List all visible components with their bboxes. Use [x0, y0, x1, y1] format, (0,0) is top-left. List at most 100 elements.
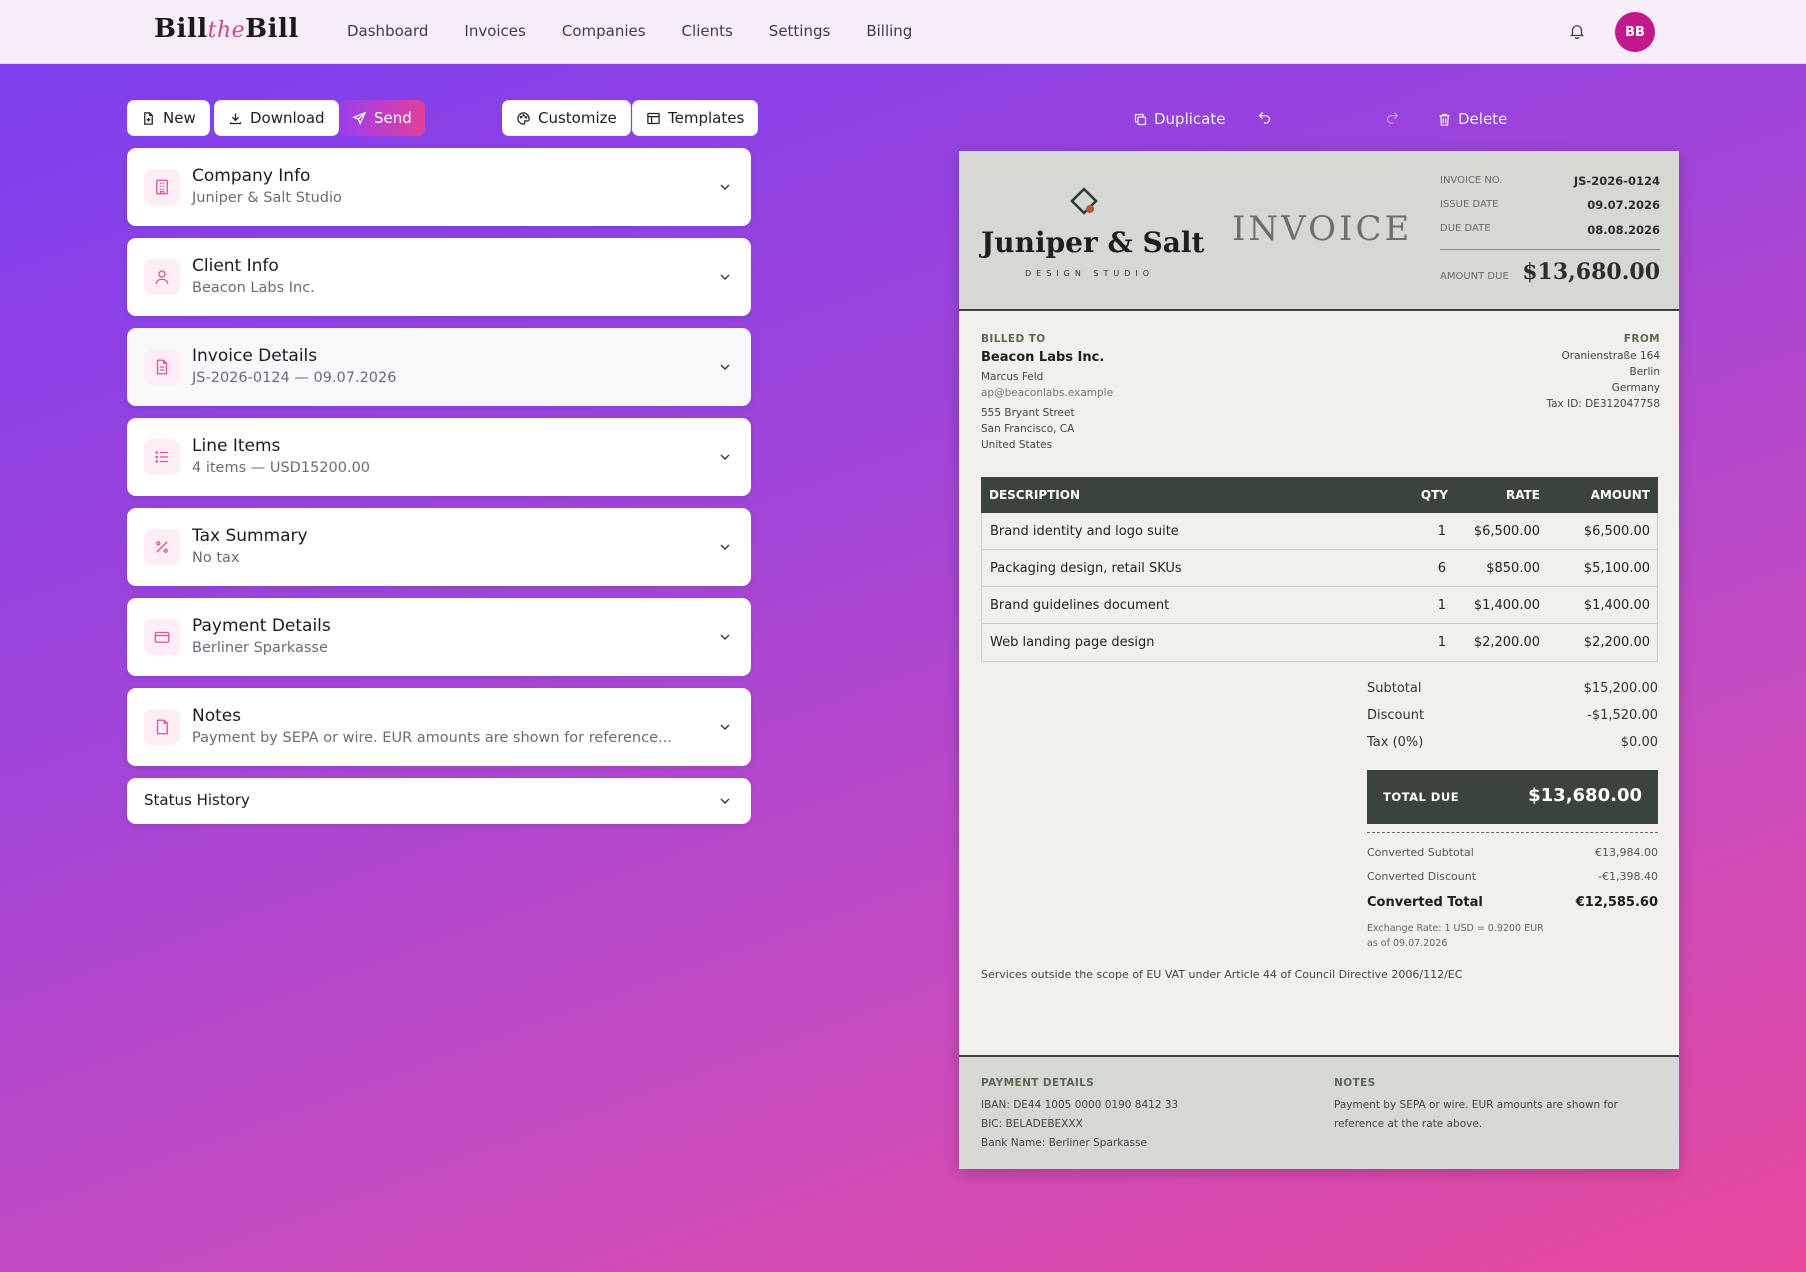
item-amount: $1,400.00: [1583, 598, 1650, 613]
table-row: Brand guidelines document 1 $1,400.00 $1…: [982, 587, 1657, 624]
item-description: Packaging design, retail SKUs: [990, 561, 1182, 576]
chevron-down-icon[interactable]: [717, 629, 733, 645]
chevron-down-icon[interactable]: [717, 719, 733, 735]
col-description: DESCRIPTION: [989, 488, 1081, 502]
total-due-label: TOTAL DUE: [1383, 790, 1460, 804]
meta-divider: [1440, 249, 1660, 250]
billed-to-label: BILLED TO: [981, 333, 1046, 345]
from-address-line: Berlin: [1629, 366, 1660, 378]
from-tax-id: Tax ID: DE312047758: [1546, 398, 1660, 410]
panel-payment-details[interactable]: Payment Details Berliner Sparkasse: [127, 598, 751, 676]
amount-due-label: AMOUNT DUE: [1440, 271, 1509, 282]
undo-icon: [1258, 112, 1271, 124]
nav-companies[interactable]: Companies: [562, 22, 646, 40]
panel-title: Client Info: [192, 256, 279, 276]
company-brand-name: Juniper & Salt: [981, 226, 1205, 259]
brand-diamond-icon: [1070, 187, 1098, 215]
col-qty: QTY: [1420, 488, 1448, 502]
item-rate: $2,200.00: [1473, 635, 1540, 650]
panel-subtitle: No tax: [192, 550, 240, 566]
panel-subtitle: Berliner Sparkasse: [192, 640, 328, 656]
chevron-down-icon[interactable]: [717, 539, 733, 555]
nav-settings[interactable]: Settings: [769, 22, 831, 40]
table-row: Brand identity and logo suite 1 $6,500.0…: [982, 513, 1657, 550]
notes-text-line: Payment by SEPA or wire. EUR amounts are…: [1334, 1099, 1618, 1111]
issue-date-label: ISSUE DATE: [1440, 199, 1499, 210]
nav-invoices[interactable]: Invoices: [464, 22, 525, 40]
chevron-down-icon[interactable]: [717, 179, 733, 195]
app-logo[interactable]: BilltheBill: [154, 14, 299, 44]
discount-row: Discount -$1,520.00: [1367, 708, 1658, 723]
converted-discount-label: Converted Discount: [1367, 870, 1477, 883]
note-icon: [144, 709, 180, 745]
panel-subtitle: JS-2026-0124 — 09.07.2026: [192, 370, 397, 386]
bell-icon[interactable]: [1568, 22, 1586, 40]
chevron-down-icon[interactable]: [717, 359, 733, 375]
amount-due: $13,680.00: [1522, 259, 1660, 285]
nav-billing[interactable]: Billing: [866, 22, 912, 40]
item-qty: 1: [1437, 524, 1446, 539]
payment-iban: IBAN: DE44 1005 0000 0190 8412 33: [981, 1099, 1179, 1111]
chevron-down-icon[interactable]: [717, 793, 733, 809]
item-amount: $6,500.00: [1583, 524, 1650, 539]
user-icon: [144, 259, 180, 295]
palette-icon: [517, 111, 530, 125]
logo-text-bill: Bill: [154, 14, 208, 44]
panel-company-info[interactable]: Company Info Juniper & Salt Studio: [127, 148, 751, 226]
panel-tax-summary[interactable]: Tax Summary No tax: [127, 508, 751, 586]
client-contact: Marcus Feld: [981, 371, 1044, 383]
item-qty: 1: [1437, 635, 1446, 650]
item-description: Brand identity and logo suite: [990, 524, 1179, 539]
converted-subtotal-row: Converted Subtotal €13,984.00: [1367, 846, 1658, 859]
converted-subtotal-label: Converted Subtotal: [1367, 846, 1474, 859]
tax-value: $0.00: [1620, 735, 1658, 750]
list-icon: [144, 439, 180, 475]
panel-invoice-details[interactable]: Invoice Details JS-2026-0124 — 09.07.202…: [127, 328, 751, 406]
customize-button-label: Customize: [538, 109, 617, 127]
client-address-line: United States: [981, 439, 1053, 451]
new-button-label: New: [163, 109, 196, 127]
subtotal-label: Subtotal: [1367, 681, 1422, 696]
panel-line-items[interactable]: Line Items 4 items — USD15200.00: [127, 418, 751, 496]
delete-button[interactable]: Delete: [1437, 110, 1507, 128]
invoice-preview: Juniper & Salt DESIGN STUDIO INVOICE INV…: [959, 151, 1679, 1169]
templates-button-label: Templates: [668, 109, 745, 127]
undo-button[interactable]: [1257, 110, 1272, 125]
customize-button[interactable]: Customize: [502, 100, 631, 136]
nav-dashboard[interactable]: Dashboard: [347, 22, 428, 40]
user-avatar[interactable]: BB: [1615, 12, 1655, 52]
panel-notes[interactable]: Notes Payment by SEPA or wire. EUR amoun…: [127, 688, 751, 766]
download-button-label: Download: [250, 109, 325, 127]
panel-title: Payment Details: [192, 616, 331, 636]
logo-text-bill-2: Bill: [245, 14, 299, 44]
panel-status-history[interactable]: Status History: [127, 778, 751, 824]
payment-details-label: PAYMENT DETAILS: [981, 1077, 1095, 1089]
redo-button[interactable]: [1385, 110, 1400, 125]
nav-clients[interactable]: Clients: [682, 22, 733, 40]
duplicate-button[interactable]: Duplicate: [1133, 110, 1225, 128]
discount-label: Discount: [1367, 708, 1425, 723]
item-description: Web landing page design: [990, 635, 1155, 650]
panel-title: Company Info: [192, 166, 311, 186]
item-rate: $6,500.00: [1473, 524, 1540, 539]
from-address-line: Oranienstraße 164: [1561, 350, 1661, 362]
layout-icon: [647, 112, 660, 124]
templates-button[interactable]: Templates: [632, 100, 759, 136]
line-items-header: DESCRIPTION QTY RATE AMOUNT: [981, 477, 1658, 513]
chevron-down-icon[interactable]: [717, 449, 733, 465]
discount-value: -$1,520.00: [1587, 708, 1658, 723]
building-icon: [144, 169, 180, 205]
client-name: Beacon Labs Inc.: [981, 350, 1105, 365]
total-due-box: TOTAL DUE $13,680.00: [1367, 770, 1658, 824]
chevron-down-icon[interactable]: [717, 269, 733, 285]
download-button[interactable]: Download: [214, 100, 339, 136]
panel-title: Line Items: [192, 436, 281, 456]
new-button[interactable]: New: [127, 100, 210, 136]
item-amount: $5,100.00: [1583, 561, 1650, 576]
panel-subtitle: 4 items — USD15200.00: [192, 460, 371, 476]
client-address-line: 555 Bryant Street: [981, 407, 1075, 419]
send-button[interactable]: Send: [339, 100, 425, 136]
panel-client-info[interactable]: Client Info Beacon Labs Inc.: [127, 238, 751, 316]
panel-subtitle: Beacon Labs Inc.: [192, 280, 315, 296]
panel-subtitle: Juniper & Salt Studio: [192, 190, 342, 206]
